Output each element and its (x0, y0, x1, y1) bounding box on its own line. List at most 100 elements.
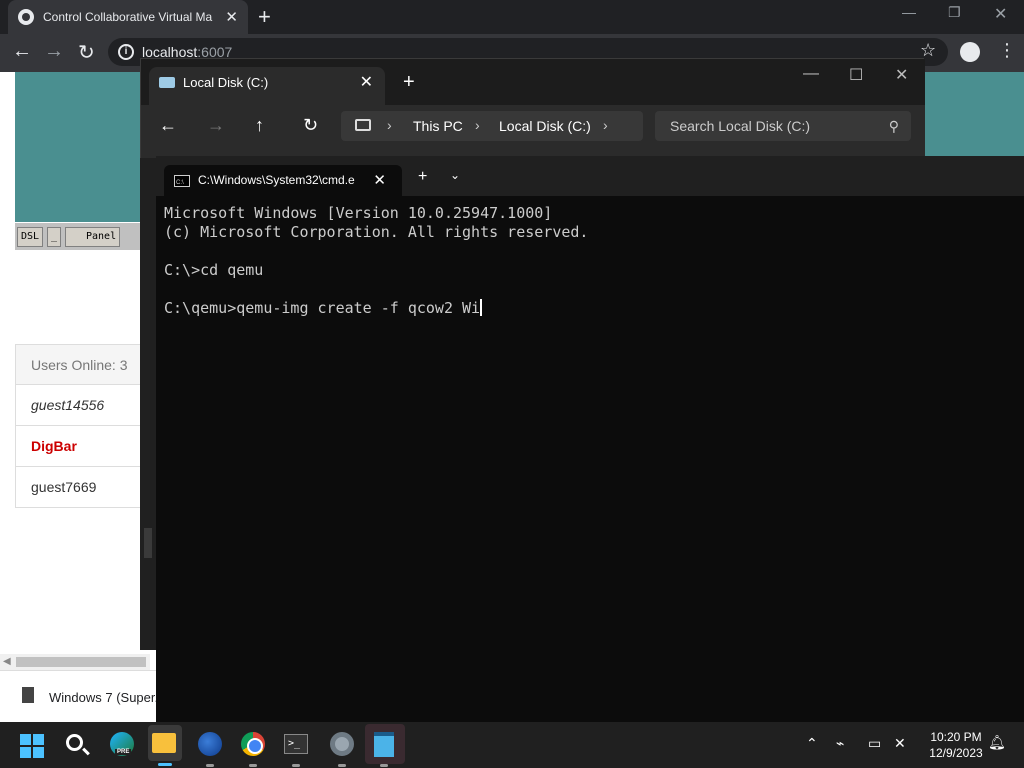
chrome-menu-icon[interactable]: ⋮ (998, 40, 1016, 61)
vm-dsl-button[interactable]: DSL (17, 227, 44, 247)
download-bar: Windows 7 (Super. (0, 670, 160, 722)
close-tab-icon[interactable]: ✕ (373, 165, 386, 196)
settings-icon[interactable] (330, 732, 354, 756)
close-tab-icon[interactable]: ✕ (360, 67, 373, 99)
network-off-icon[interactable]: ⌁ (836, 735, 844, 752)
volume-muted-icon[interactable]: ✕ (894, 735, 906, 752)
restore-button[interactable]: ❐ (948, 4, 961, 21)
reload-button[interactable]: ↻ (78, 40, 95, 65)
active-indicator (158, 763, 172, 766)
running-indicator (292, 764, 300, 767)
user-row-guest14556[interactable]: guest14556 (16, 385, 144, 426)
chrome-tabstrip: Control Collaborative Virtual Ma ✕ + — ❐… (0, 0, 1024, 34)
horizontal-scrollbar[interactable]: ◀ (0, 654, 150, 670)
file-explorer-window: Local Disk (C:) ✕ + — ☐ ✕ ← → ↑ ↻ › This… (140, 58, 925, 159)
terminal-tab[interactable]: C:\Windows\System32\cmd.e ✕ (164, 165, 402, 199)
running-indicator (249, 764, 257, 767)
clock-date[interactable]: 12/9/2023 (924, 746, 988, 760)
running-indicator (380, 764, 388, 767)
explorer-close-button[interactable]: ✕ (895, 65, 908, 85)
scroll-left-arrow-icon[interactable]: ◀ (3, 656, 11, 667)
breadcrumb-this-pc[interactable]: This PC (413, 118, 463, 134)
scrollbar-thumb[interactable] (16, 657, 146, 667)
explorer-tab-title: Local Disk (C:) (183, 75, 269, 90)
user-row-guest7669[interactable]: guest7669 (16, 467, 144, 508)
breadcrumb-local-disk[interactable]: Local Disk (C:) (499, 118, 591, 134)
file-icon (22, 687, 34, 703)
chrome-icon[interactable] (241, 732, 265, 756)
terminal-output[interactable]: Microsoft Windows [Version 10.0.25947.10… (164, 204, 588, 318)
vm-panel-label: Panel (86, 231, 117, 242)
explorer-scrollbar[interactable] (144, 528, 152, 558)
back-button[interactable]: ← (12, 40, 32, 63)
explorer-titlebar: Local Disk (C:) ✕ + — ☐ ✕ (141, 59, 925, 105)
explorer-maximize-button[interactable]: ☐ (849, 65, 863, 85)
terminal-command-line[interactable]: C:\qemu>qemu-img create -f qcow2 Wi (164, 299, 588, 318)
terminal-tabbar: C:\Windows\System32\cmd.e ✕ + ⌄ (156, 156, 1024, 199)
chevron-right-icon[interactable]: › (387, 117, 392, 133)
terminal-input-text: C:\qemu>qemu-img create -f qcow2 Wi (164, 299, 481, 317)
vm-screen-desktop-right[interactable] (924, 72, 1024, 158)
cmd-icon (174, 168, 190, 199)
back-arrow-icon[interactable]: ← (159, 115, 177, 136)
chrome-tab[interactable]: Control Collaborative Virtual Ma ✕ (8, 0, 248, 34)
start-icon[interactable] (20, 734, 44, 758)
vm-taskbar: DSL _ Panel (15, 222, 145, 250)
vm-minimize-button[interactable]: _ (47, 227, 62, 247)
search-icon: ⚲ (888, 118, 899, 134)
terminal-line: C:\>cd qemu (164, 261, 264, 279)
close-window-button[interactable]: ✕ (994, 4, 1007, 24)
explorer-minimize-button[interactable]: — (803, 65, 819, 83)
breadcrumb[interactable]: › This PC › Local Disk (C:) › (341, 111, 643, 141)
notification-bell-icon[interactable]: 🔔︎ (988, 734, 1006, 751)
vm-panel-button[interactable]: Panel (65, 227, 121, 247)
download-file-name[interactable]: Windows 7 (Super. (49, 690, 158, 705)
explorer-tab[interactable]: Local Disk (C:) ✕ (149, 67, 385, 105)
vm-screen-desktop[interactable] (15, 72, 145, 222)
users-online-panel: Users Online: 3 guest14556 DigBar guest7… (15, 344, 145, 508)
chevron-down-icon[interactable]: ⌄ (450, 168, 460, 182)
close-tab-icon[interactable]: ✕ (225, 8, 238, 26)
file-explorer-icon[interactable] (152, 733, 176, 753)
running-indicator (338, 764, 346, 767)
up-arrow-icon[interactable]: ↑ (255, 115, 264, 136)
terminal-tab-title: C:\Windows\System32\cmd.e (198, 173, 355, 187)
chevron-right-icon[interactable]: › (603, 117, 608, 133)
chevron-up-icon[interactable]: ⌃ (806, 735, 818, 752)
profile-avatar-icon[interactable] (960, 42, 980, 62)
running-indicator (206, 764, 214, 767)
explorer-new-tab-button[interactable]: + (403, 71, 415, 94)
minimize-button[interactable]: — (902, 4, 916, 20)
terminal-window: C:\Windows\System32\cmd.e ✕ + ⌄ Microsof… (156, 156, 1024, 722)
explorer-search-placeholder: Search Local Disk (C:) (670, 118, 811, 134)
search-icon[interactable] (66, 734, 83, 751)
explorer-search-input[interactable]: Search Local Disk (C:) ⚲ (655, 111, 911, 141)
info-icon[interactable]: i (118, 44, 134, 60)
globe-icon (18, 9, 34, 25)
drive-icon (159, 77, 175, 88)
notepad-icon[interactable] (374, 732, 394, 757)
terminal-line: Microsoft Windows [Version 10.0.25947.10… (164, 204, 553, 222)
users-online-header: Users Online: 3 (16, 345, 144, 385)
text-cursor (480, 299, 483, 316)
terminal-new-tab-button[interactable]: + (418, 168, 427, 186)
explorer-content-edge (140, 158, 156, 650)
refresh-icon[interactable]: ↻ (303, 115, 318, 136)
edge-pre-badge: PRE (115, 749, 132, 755)
terminal-icon[interactable]: >_ (284, 734, 308, 754)
user-row-digbar[interactable]: DigBar (16, 426, 144, 467)
firefox-icon[interactable] (198, 732, 222, 756)
terminal-line: (c) Microsoft Corporation. All rights re… (164, 223, 589, 241)
new-tab-button[interactable]: + (258, 4, 271, 30)
chevron-right-icon[interactable]: › (475, 117, 480, 133)
forward-button[interactable]: → (44, 40, 64, 63)
windows-taskbar: PRE >_ ⌃ ⌁ ▭ ✕ 10:20 PM 12/9/2023 🔔︎ (0, 722, 1024, 768)
monitor-icon[interactable]: ▭ (868, 735, 881, 752)
forward-arrow-icon[interactable]: → (207, 115, 225, 136)
clock-time[interactable]: 10:20 PM (924, 730, 988, 744)
chrome-tab-title: Control Collaborative Virtual Ma (43, 10, 213, 24)
this-pc-icon (355, 119, 371, 131)
explorer-toolbar: ← → ↑ ↻ › This PC › Local Disk (C:) › Se… (141, 105, 925, 159)
